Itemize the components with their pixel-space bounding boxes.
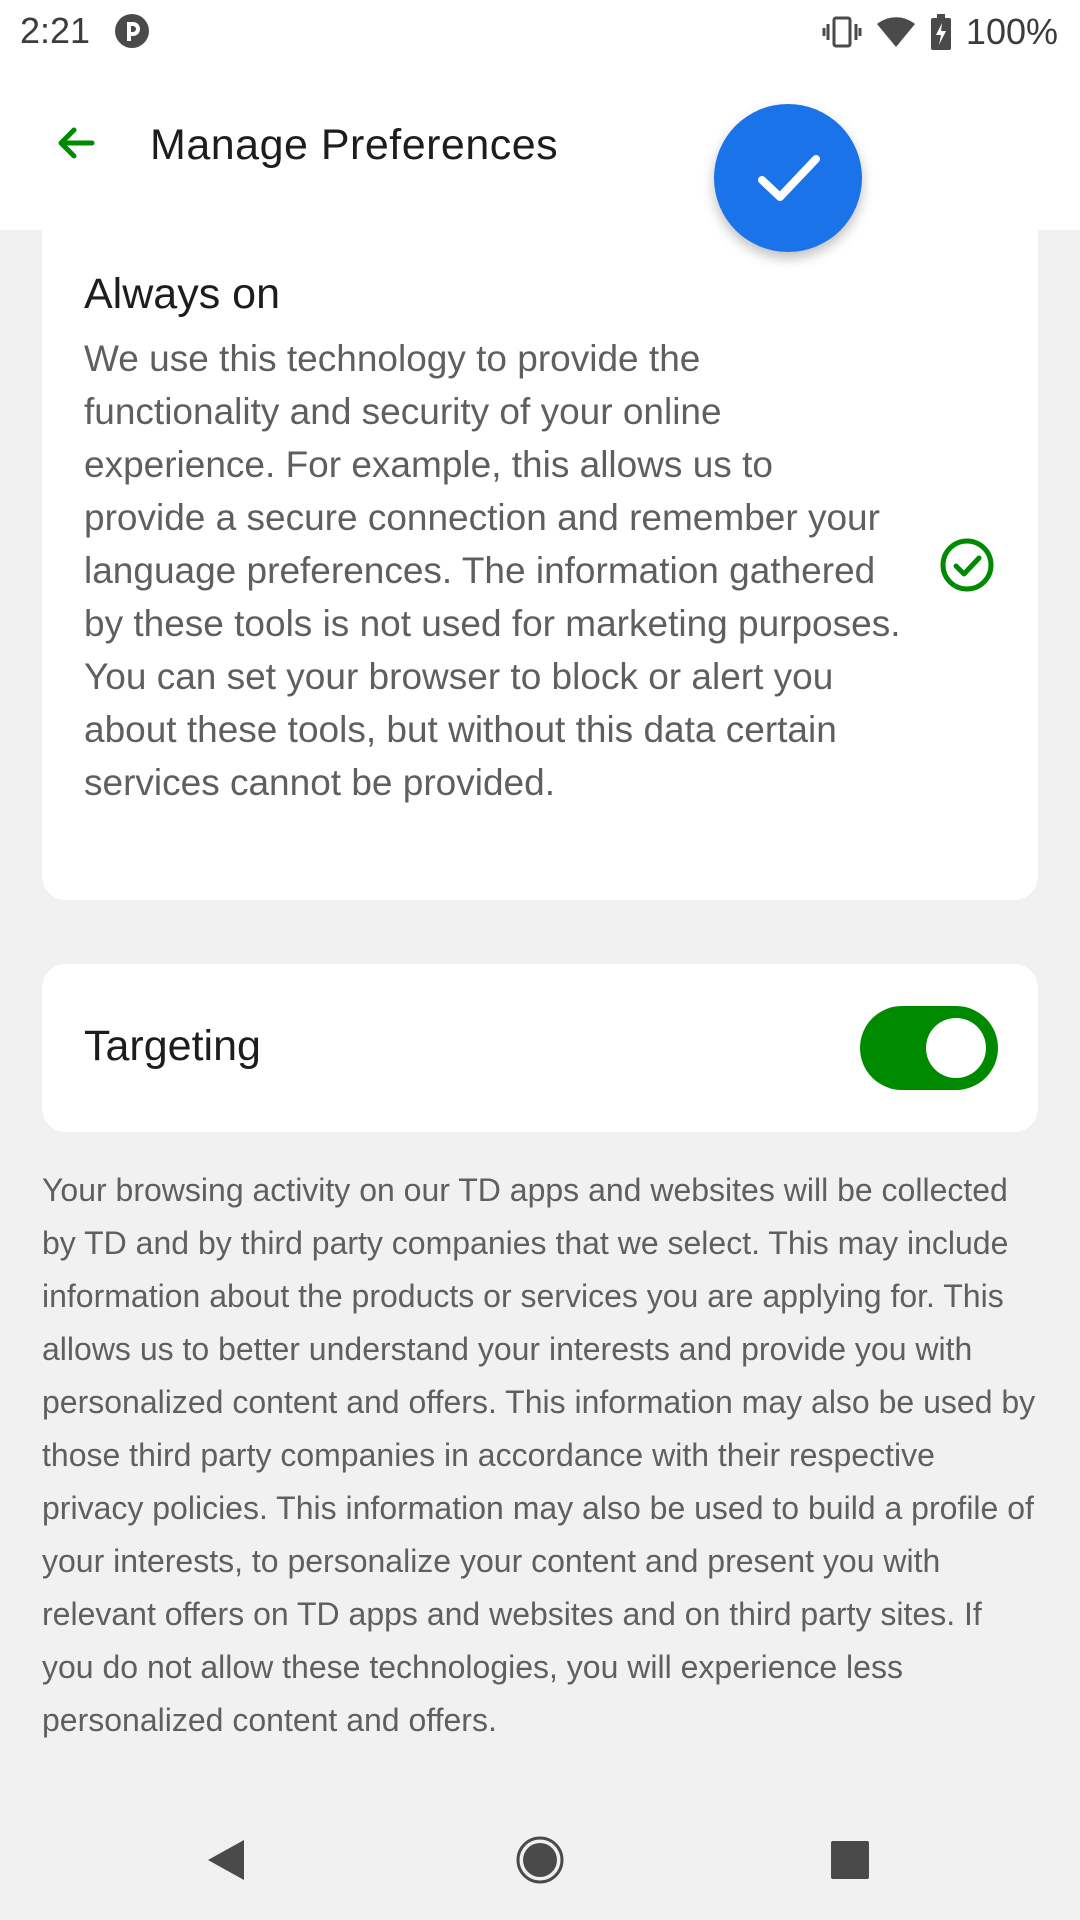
app-notification-icon [115,14,149,48]
battery-percent: 100% [965,11,1058,52]
targeting-toggle[interactable] [860,1006,998,1090]
wifi-icon [876,17,915,47]
nav-recents-button[interactable] [820,1830,880,1890]
circle-home-icon [516,1836,564,1884]
back-button[interactable] [36,103,116,183]
always-on-description: We use this technology to provide the fu… [84,338,901,803]
check-circle-icon [940,538,994,592]
toggle-knob [926,1018,986,1078]
triangle-back-icon [208,1840,244,1880]
navigation-bar [0,1800,1080,1920]
status-icons: 100% [822,10,1058,54]
status-bar: 2:21 100% [0,0,1080,63]
status-time: 2:21 [20,10,91,51]
targeting-title: Targeting [84,1022,261,1070]
arrow-left-icon [58,127,95,159]
targeting-card: Targeting [42,964,1038,1132]
targeting-description: Your browsing activity on our TD apps an… [42,1172,1036,1738]
nav-back-button[interactable] [196,1830,256,1890]
check-icon [758,155,820,201]
square-recents-icon [831,1841,869,1879]
nav-home-button[interactable] [510,1830,570,1890]
page-title: Manage Preferences [150,121,559,169]
always-on-title: Always on [84,270,280,318]
battery-charging-icon [930,14,951,50]
vibrate-icon [822,16,862,48]
confirm-button[interactable] [714,104,862,252]
always-on-card: Always on We use this technology to prov… [42,200,1038,900]
